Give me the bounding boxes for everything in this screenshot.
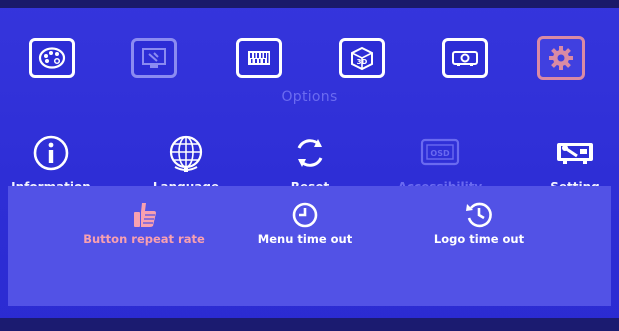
menu-item-reset[interactable]: Reset [255, 133, 365, 194]
3d-cube-icon: 3D [351, 46, 373, 71]
svg-text:OSD: OSD [430, 149, 450, 158]
submenu-item-logo-time-out[interactable]: Logo time out [414, 200, 544, 246]
osd-icon: OSD [420, 138, 460, 166]
tab-signal[interactable] [236, 38, 282, 78]
menu-item-information[interactable]: Information [0, 133, 106, 194]
screen-frame-top [0, 0, 619, 8]
thumbs-up-icon [134, 203, 156, 227]
reset-icon [297, 139, 323, 167]
globe-icon [169, 135, 203, 172]
tab-options[interactable] [537, 36, 585, 80]
projector-icon [452, 51, 478, 66]
monitor-tools-icon [142, 48, 166, 68]
submenu-item-label: Menu time out [257, 232, 353, 246]
submenu-item-label: Logo time out [433, 232, 525, 246]
tab-picture[interactable] [29, 38, 75, 78]
menu-item-accessibility[interactable]: OSD Accessibility [385, 133, 495, 194]
gear-icon [549, 46, 573, 70]
clock-icon [292, 202, 318, 228]
tab-projector[interactable] [442, 38, 488, 78]
info-icon [33, 135, 69, 171]
submenu-item-label: Button repeat rate [83, 232, 205, 246]
menu-item-setting[interactable]: Setting [520, 133, 619, 194]
section-title: Options [281, 89, 338, 105]
palette-icon [38, 47, 66, 69]
menu-item-language[interactable]: Language [131, 133, 241, 194]
submenu-item-menu-time-out[interactable]: Menu time out [240, 200, 370, 246]
tab-display[interactable] [131, 38, 177, 78]
setting-icon [557, 143, 593, 164]
barcode-icon [248, 51, 270, 65]
svg-text:3D: 3D [357, 58, 368, 66]
submenu-item-button-repeat-rate[interactable]: Button repeat rate [66, 200, 222, 246]
tab-3d[interactable]: 3D [339, 38, 385, 78]
screen-frame-bottom [0, 318, 619, 331]
clock-reverse-icon [466, 202, 492, 228]
